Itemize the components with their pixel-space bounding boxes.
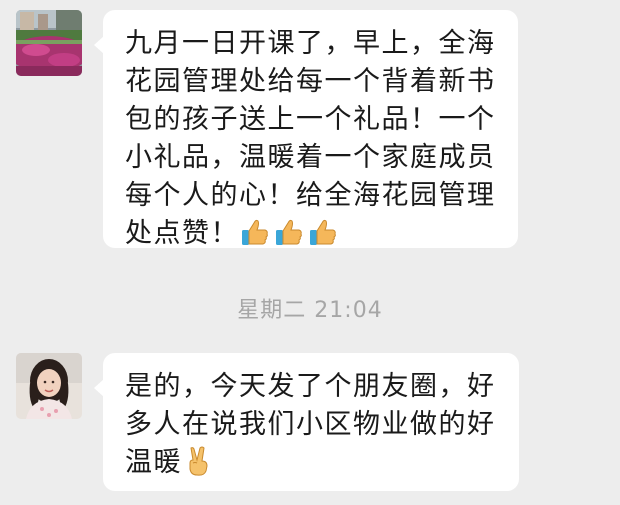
message-line: 是的，今天发了个朋友圈，好 [125,371,496,402]
message-bubble-2[interactable]: 是的，今天发了个朋友圈，好 多人在说我们小区物业做的好 温暖 [94,353,519,491]
thumbs-up-icon [273,216,305,248]
message-line: 花园管理处给每一个背着新书 [125,66,496,97]
message-line: 小礼品，温暖着一个家庭成员 [125,142,496,173]
message-text: 处点赞！ [125,218,239,249]
message-line: 包的孩子送上一个礼品！一个 [125,104,496,135]
thumbs-up-icon [307,216,339,248]
thumbs-up-icon [239,216,271,248]
message-bubble-1[interactable]: 九月一日开课了，早上，全海 花园管理处给每一个背着新书 包的孩子送上一个礼品！一… [94,10,518,249]
message-line: 多人在说我们小区物业做的好 [125,409,496,440]
sender-avatar-person[interactable] [16,353,82,419]
message-line: 每个人的心！给全海花园管理 [125,180,496,211]
sender-avatar-garden[interactable] [16,10,82,76]
message-timestamp: 星期二 21:04 [237,298,383,323]
message-line-last: 处点赞！ [125,215,496,253]
message-line: 九月一日开课了，早上，全海 [125,28,496,59]
victory-hand-icon [182,445,214,477]
person-photo-icon [16,353,82,419]
message-line-last: 温暖 [125,444,497,482]
garden-photo-icon [16,10,82,76]
message-text: 温暖 [125,447,182,478]
